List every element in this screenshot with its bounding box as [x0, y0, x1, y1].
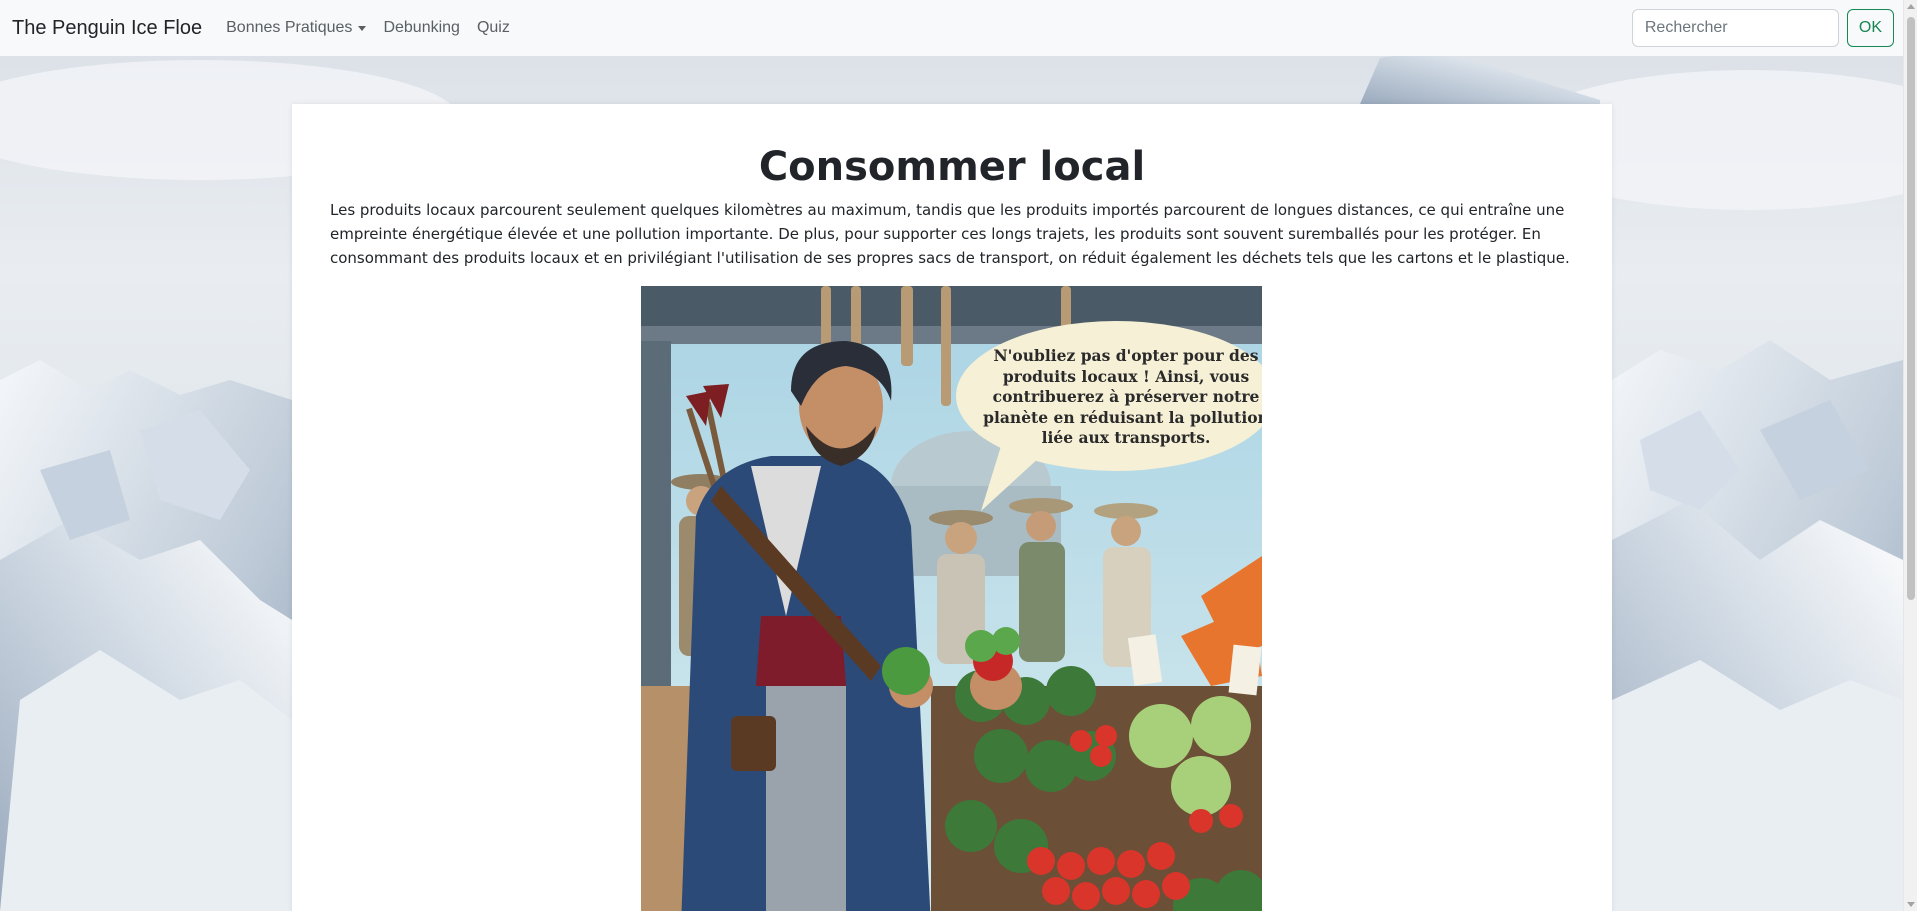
nav-quiz[interactable]: Quiz	[477, 19, 510, 37]
page-title: Consommer local	[758, 144, 1146, 190]
intro-paragraph: Les produits locaux parcourent seulement…	[330, 201, 1570, 267]
content-card: Consommer local Les produits locaux parc…	[292, 104, 1612, 911]
scroll-up-arrow-icon[interactable]	[1907, 4, 1915, 9]
scrollbar-thumb[interactable]	[1907, 17, 1915, 600]
search-form: OK	[1631, 9, 1894, 47]
brand-link[interactable]: The Penguin Ice Floe	[12, 17, 202, 40]
nav-bonnes-pratiques-label: Bonnes Pratiques	[226, 19, 353, 36]
nav-debunking[interactable]: Debunking	[383, 19, 460, 37]
caret-down-icon	[358, 25, 367, 31]
top-navbar: The Penguin Ice Floe Bonnes Pratiques De…	[0, 0, 1917, 56]
search-input[interactable]	[1631, 9, 1839, 47]
scroll-down-arrow-icon[interactable]	[1907, 902, 1915, 907]
page-scrollbar[interactable]	[1903, 0, 1917, 911]
market-illustration: N'oubliez pas d'opter pour des produits …	[641, 286, 1262, 911]
speech-bubble-text: N'oubliez pas d'opter pour des produits …	[983, 346, 1262, 447]
nav-bonnes-pratiques-dropdown[interactable]: Bonnes Pratiques	[226, 19, 367, 37]
search-submit-button[interactable]: OK	[1846, 9, 1894, 47]
